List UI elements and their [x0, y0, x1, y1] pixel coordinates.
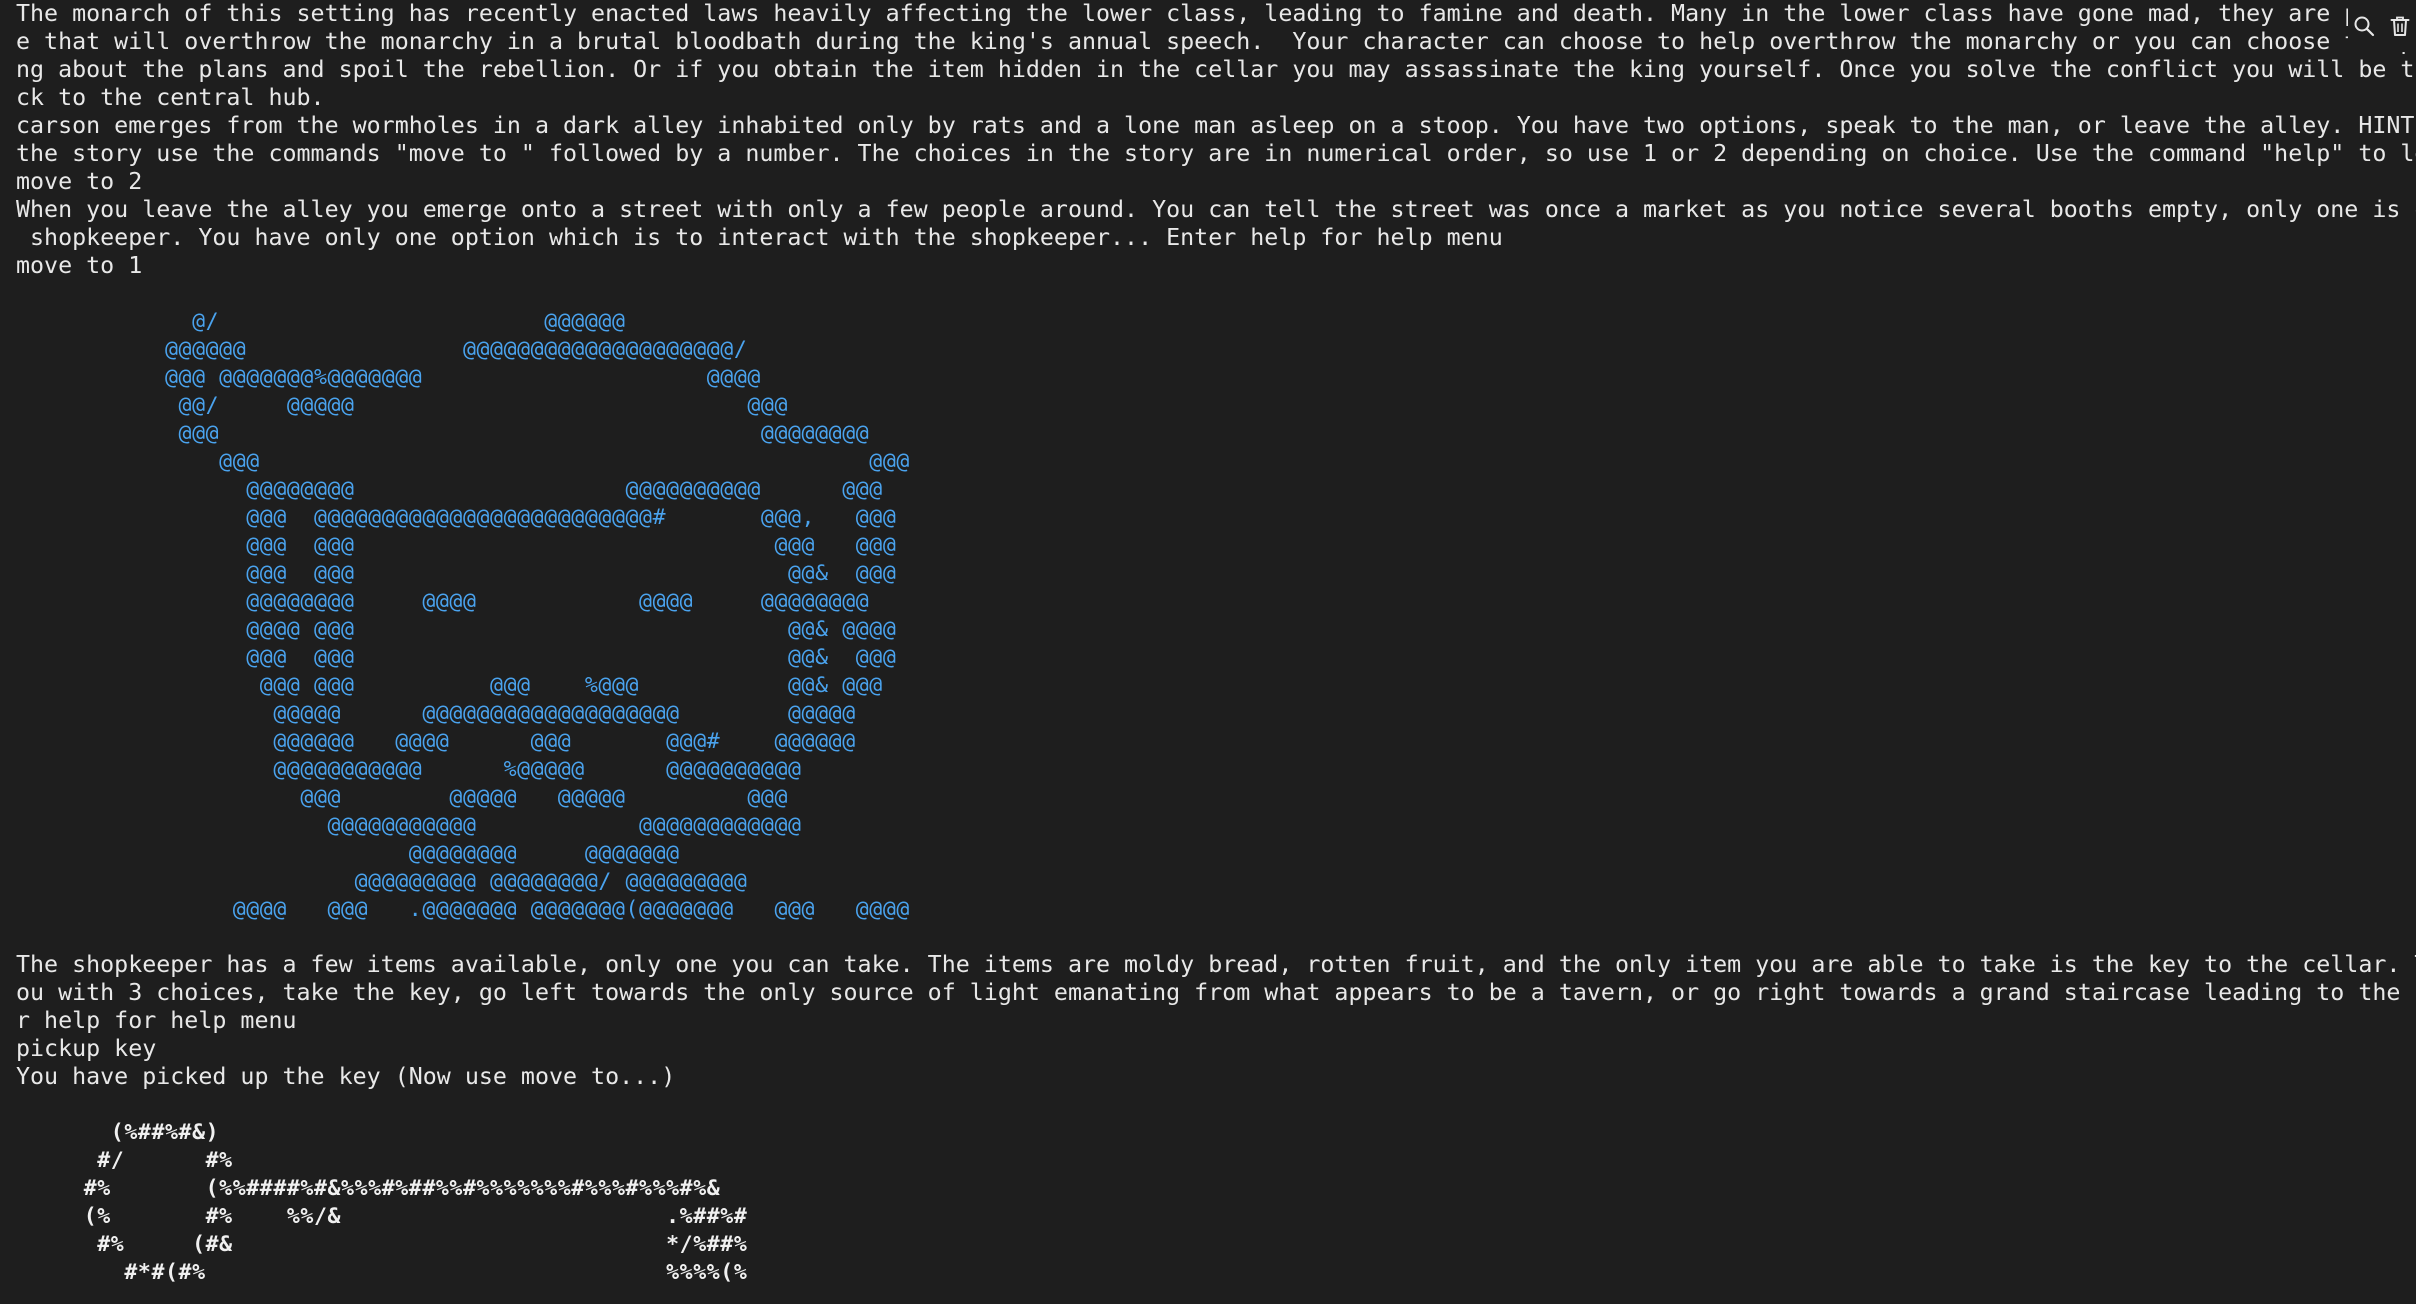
story-line: carson emerges from the wormholes in a d…: [16, 112, 2416, 139]
ascii-art-line: @@@@@@@@@@@ %@@@@@ @@@@@@@@@@: [16, 757, 802, 782]
ascii-art-line: @@@@@ @@@@@@@@@@@@@@@@@@@ @@@@@: [16, 701, 856, 726]
command-line: move to 2: [16, 168, 143, 195]
ascii-art-line: @@@@@@ @@@@@@@@@@@@@@@@@@@@/: [16, 337, 748, 362]
story-line: shopkeeper. You have only one option whi…: [16, 224, 1503, 251]
story-line: ou with 3 choices, take the key, go left…: [16, 979, 2416, 1006]
story-line: e that will overthrow the monarchy in a …: [16, 28, 2416, 55]
ascii-art-line: (%##%#&): [16, 1120, 220, 1145]
clear-button[interactable]: [2386, 12, 2414, 40]
story-line: ng about the plans and spoil the rebelli…: [16, 56, 2416, 83]
ascii-art-line: @@@@@@@@ @@@@@@@@@@ @@@: [16, 477, 883, 502]
story-line: ck to the central hub.: [16, 84, 325, 111]
search-icon: [2354, 16, 2375, 37]
ascii-art-line: @@@ @@@ @@@ %@@@ @@& @@@: [16, 673, 883, 698]
story-line: The shopkeeper has a few items available…: [16, 951, 2416, 978]
ascii-art-line: @@/ @@@@@ @@@: [16, 393, 789, 418]
ascii-art-line: @@@ @@@@@ @@@@@ @@@: [16, 785, 789, 810]
ascii-art-line: @@@ @@@: [16, 449, 910, 474]
ascii-art-line: #% (#& */%##%: [16, 1232, 748, 1257]
ascii-art-line: @@@@ @@@ @@& @@@@: [16, 617, 897, 642]
ascii-art-line: @@@@ @@@ .@@@@@@@ @@@@@@@(@@@@@@@ @@@ @@…: [16, 897, 910, 922]
terminal-toolbar: [2348, 0, 2416, 52]
ascii-art-line: @@@@@@@@ @@@@ @@@@ @@@@@@@@: [16, 589, 870, 614]
ascii-art-line: #/ #%: [16, 1148, 233, 1173]
ascii-art-line: @@@@@@@@ @@@@@@@: [16, 841, 680, 866]
ascii-art-line: @@@@@@@@@@@ @@@@@@@@@@@@: [16, 813, 802, 838]
command-line: pickup key: [16, 1035, 157, 1062]
story-line: r help for help menu: [16, 1007, 297, 1034]
ascii-art-line: @@@@@@@@@ @@@@@@@@/ @@@@@@@@@: [16, 869, 748, 894]
ascii-art-line: @@@@@@ @@@@ @@@ @@@# @@@@@@: [16, 729, 856, 754]
story-line: When you leave the alley you emerge onto…: [16, 196, 2416, 223]
ascii-art-line: @@@ @@@@@@@%@@@@@@@ @@@@: [16, 365, 761, 390]
ascii-art-line: @@@ @@@ @@@ @@@: [16, 533, 897, 558]
ascii-art-line: @@@ @@@@@@@@: [16, 421, 870, 446]
terminal-window[interactable]: The monarch of this setting has recently…: [0, 0, 2416, 1304]
ascii-art-line: @@@ @@@@@@@@@@@@@@@@@@@@@@@@@# @@@, @@@: [16, 505, 897, 530]
story-line: The monarch of this setting has recently…: [16, 0, 2416, 27]
search-button[interactable]: [2350, 12, 2378, 40]
ascii-art-line: (% #% %%/& .%##%#: [16, 1204, 748, 1229]
ascii-art-line: #*#(#% %%%%(%: [16, 1260, 748, 1285]
command-line: move to 1: [16, 252, 143, 279]
ascii-art-line: @@@ @@@ @@& @@@: [16, 645, 897, 670]
story-line: the story use the commands "move to " fo…: [16, 140, 2416, 167]
ascii-art-line: #% (%%####%#&%%%#%##%%#%%%%%%%#%%%#%%%#%…: [16, 1176, 721, 1201]
ascii-art-line: @/ @@@@@@: [16, 309, 626, 334]
ascii-art-line: @@@ @@@ @@& @@@: [16, 561, 897, 586]
status-line: You have picked up the key (Now use move…: [16, 1063, 676, 1090]
trash-icon: [2390, 16, 2410, 36]
